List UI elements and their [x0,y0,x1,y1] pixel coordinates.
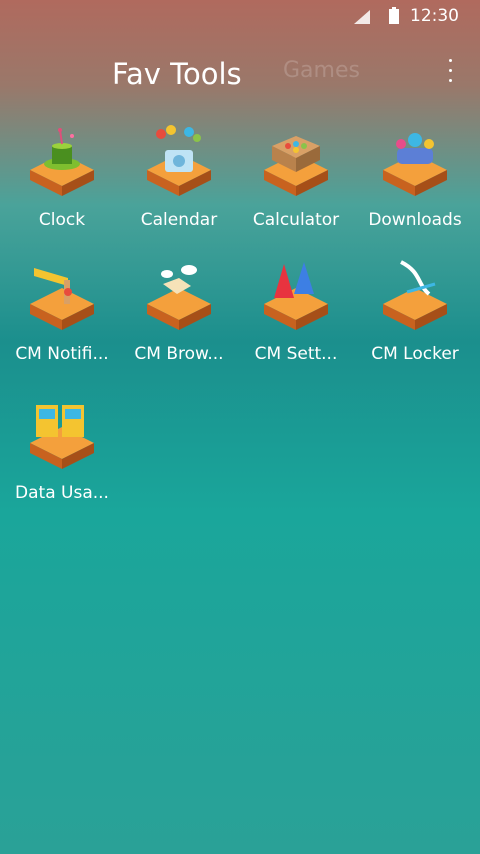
party-hats-icon [264,262,328,330]
candy-bag-icon [383,133,447,196]
winged-box-icon [147,265,211,330]
app-cm-locker[interactable]: CM Locker [356,258,474,378]
app-label: Calculator [252,210,340,230]
app-label: CM Brow... [134,344,224,364]
tab-fav-tools[interactable]: Fav Tools [112,57,242,91]
app-label: CM Notifi... [15,344,109,364]
tab-games[interactable]: Games [283,58,360,83]
tab-bar: Fav Tools Games [0,55,480,99]
app-clock[interactable]: Clock [3,124,121,244]
app-label: CM Sett... [254,344,338,364]
app-label: Data Usa... [15,483,109,503]
app-label: Calendar [140,210,218,230]
camera-balloons-icon [147,125,211,196]
app-calculator[interactable]: Calculator [237,124,355,244]
app-downloads[interactable]: Downloads [356,124,474,244]
app-label: CM Locker [371,344,459,364]
magic-hat-icon [30,128,94,196]
app-label: Clock [38,210,86,230]
clock-time: 12:30 [410,6,459,26]
status-bar: 12:30 [0,0,480,34]
app-cm-browser[interactable]: CM Brow... [120,258,238,378]
app-data-usage[interactable]: Data Usa... [3,397,121,517]
battery-icon [389,7,399,24]
signal-icon [354,10,370,24]
app-cm-notifier[interactable]: CM Notifi... [3,258,121,378]
arcade-icon [30,405,94,469]
app-calendar[interactable]: Calendar [120,124,238,244]
app-cm-settings[interactable]: CM Sett... [237,258,355,378]
horn-icon [30,268,94,330]
overflow-menu-icon[interactable] [440,55,460,89]
candy-box-icon [264,136,328,196]
app-label: Downloads [368,210,462,230]
ribbon-icon [383,260,447,330]
